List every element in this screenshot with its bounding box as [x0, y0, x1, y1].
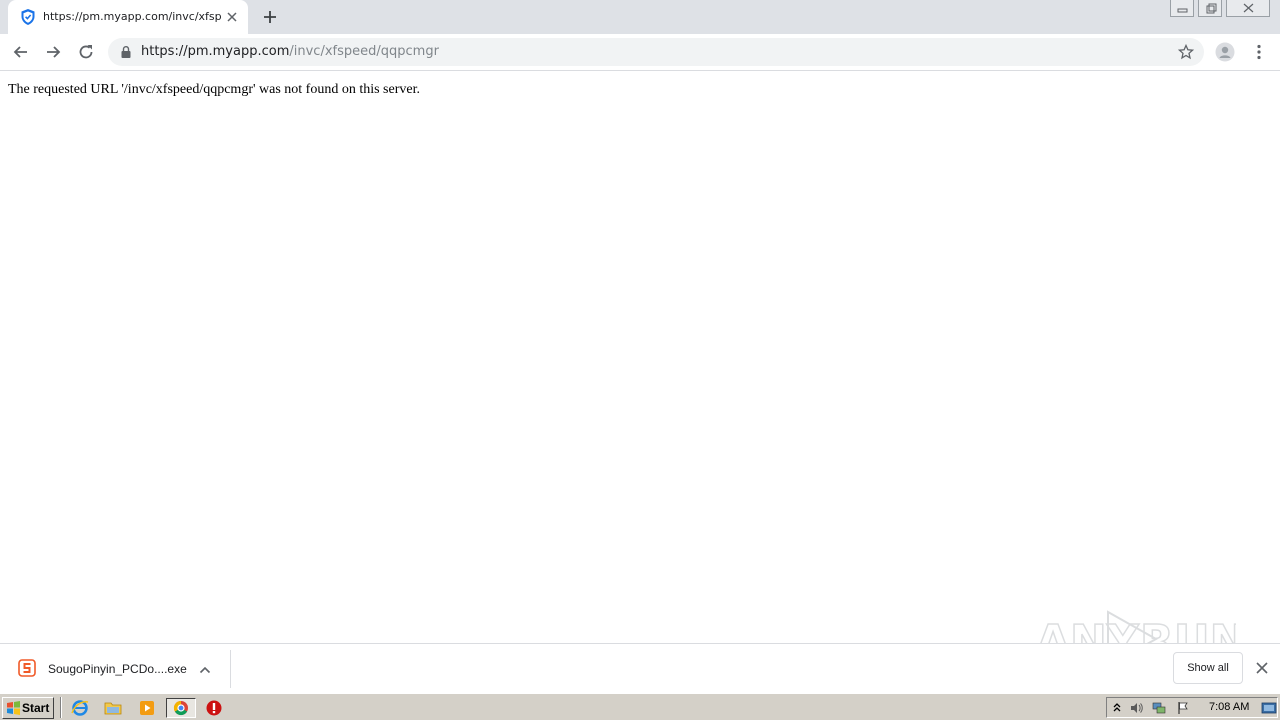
show-hidden-icons-chevron-icon[interactable] [1110, 701, 1124, 715]
menu-dots-icon[interactable] [1249, 42, 1269, 62]
profile-avatar-icon[interactable] [1215, 42, 1235, 62]
action-center-flag-icon[interactable] [1176, 701, 1190, 715]
tab-strip: https://pm.myapp.com/invc/xfspeed/qqpcmg… [0, 0, 1280, 34]
browser-tab[interactable]: https://pm.myapp.com/invc/xfspeed/qqpcmg… [8, 0, 248, 34]
clock[interactable]: 7:08 AM [1209, 701, 1249, 713]
explorer-folder-icon[interactable] [102, 698, 124, 718]
minimize-button[interactable] [1170, 0, 1194, 17]
url-host: https://pm.myapp.com [141, 44, 290, 59]
chevron-up-icon[interactable] [198, 663, 212, 677]
chrome-icon [173, 700, 188, 716]
bookmark-star-icon[interactable] [1178, 44, 1194, 60]
reload-icon[interactable] [76, 42, 96, 62]
window-close-button[interactable] [1226, 0, 1270, 17]
download-item[interactable]: SougoPinyin_PCDo....exe [8, 650, 230, 688]
minimize-icon [1177, 8, 1188, 13]
shield-icon [21, 9, 35, 25]
media-player-icon[interactable] [136, 698, 158, 718]
shelf-divider [230, 650, 231, 688]
close-icon [1243, 3, 1254, 13]
show-all-button[interactable]: Show all [1173, 652, 1243, 684]
restore-icon [1206, 3, 1217, 14]
download-filename: SougoPinyin_PCDo....exe [48, 662, 187, 676]
forward-arrow-icon[interactable] [43, 42, 63, 62]
taskbar-separator [60, 697, 62, 718]
volume-icon[interactable] [1129, 701, 1143, 715]
address-bar[interactable]: https://pm.myapp.com/invc/xfspeed/qqpcmg… [108, 38, 1204, 66]
start-label: Start [22, 701, 50, 715]
chrome-taskbar-button[interactable] [166, 698, 196, 718]
download-shelf: SougoPinyin_PCDo....exe Show all [0, 643, 1280, 693]
url-text[interactable]: https://pm.myapp.com/invc/xfspeed/qqpcmg… [141, 44, 439, 59]
show-desktop-icon[interactable] [1261, 701, 1277, 715]
network-icon[interactable] [1152, 701, 1166, 715]
lock-icon[interactable] [120, 45, 132, 59]
tab-title: https://pm.myapp.com/invc/xfspeed/qqpcmg… [43, 10, 221, 23]
url-path: /invc/xfspeed/qqpcmgr [289, 44, 439, 59]
stop-icon[interactable] [203, 698, 225, 718]
window-controls [1170, 0, 1270, 18]
ie-icon[interactable] [69, 698, 91, 718]
windows-flag-icon [7, 701, 20, 715]
close-icon[interactable] [1254, 660, 1270, 676]
back-arrow-icon[interactable] [11, 42, 31, 62]
taskbar: Start 7:08 AM [0, 693, 1280, 720]
restore-button[interactable] [1198, 0, 1222, 17]
page-content: The requested URL '/invc/xfspeed/qqpcmgr… [0, 72, 1280, 643]
not-found-message: The requested URL '/invc/xfspeed/qqpcmgr… [8, 82, 420, 97]
start-button[interactable]: Start [2, 697, 54, 719]
system-tray: 7:08 AM [1106, 697, 1278, 718]
sogou-s-icon [18, 659, 36, 677]
browser-toolbar: https://pm.myapp.com/invc/xfspeed/qqpcmg… [0, 34, 1280, 71]
close-icon[interactable] [224, 9, 240, 25]
new-tab-plus-icon[interactable] [259, 6, 281, 28]
